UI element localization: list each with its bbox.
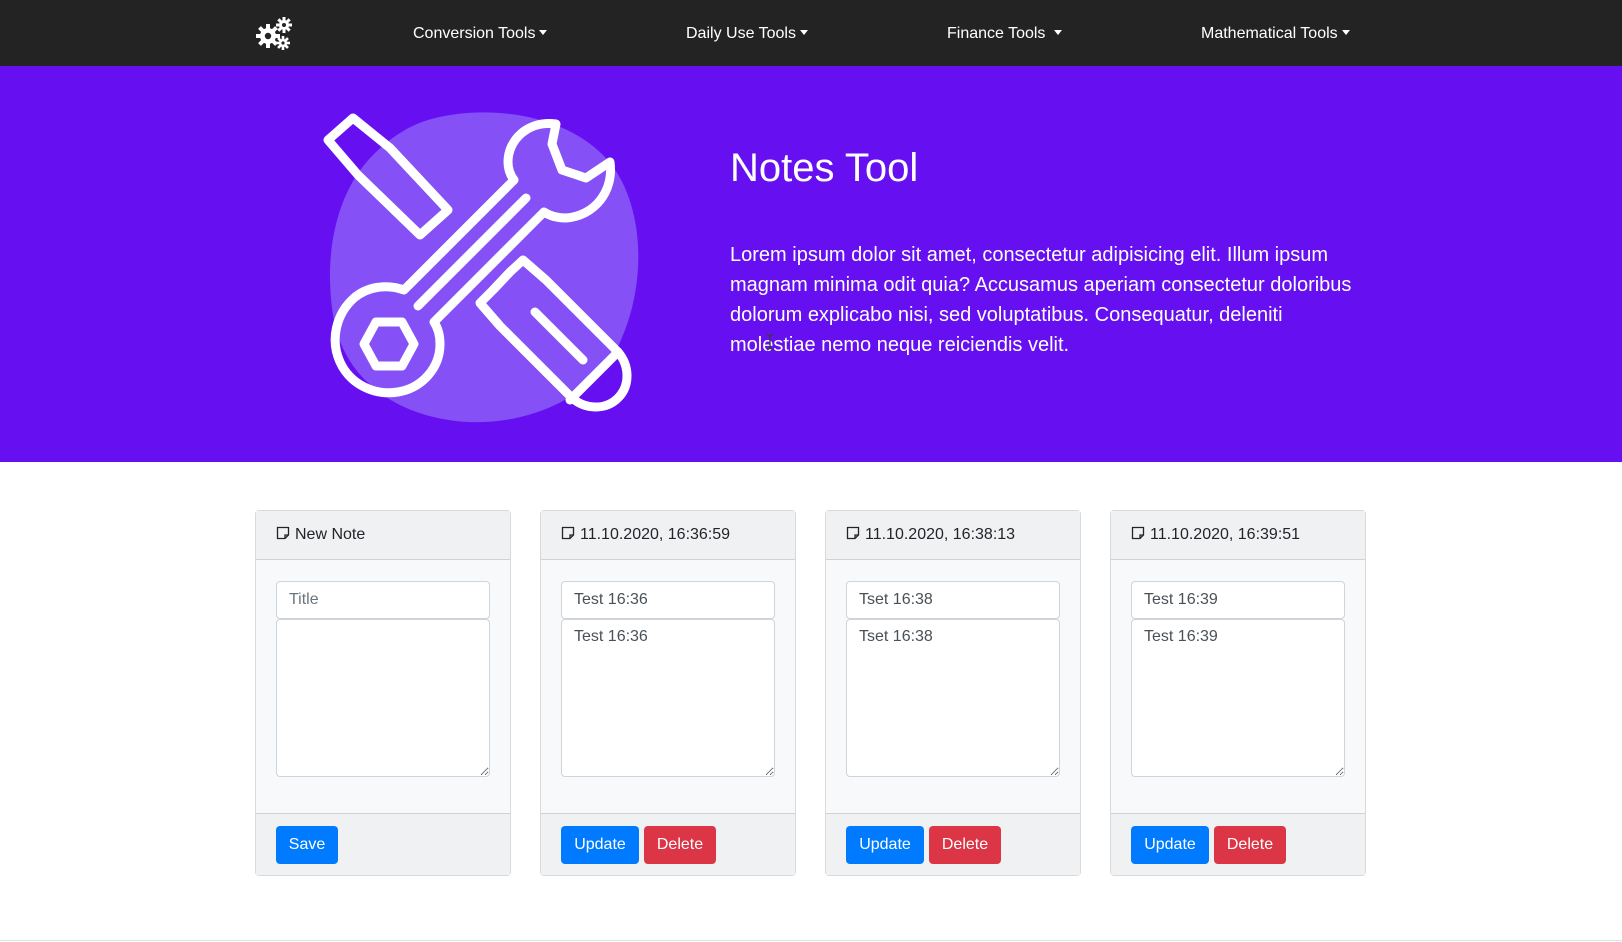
chevron-down-icon: [1341, 30, 1350, 35]
nav-conversion-tools-label: Conversion Tools: [413, 25, 536, 42]
top-navbar: Conversion Tools Daily Use Tools Finance…: [0, 0, 1622, 66]
note-card: 11.10.2020, 16:38:13 Tset 16:38 Update D…: [825, 510, 1081, 876]
sticky-note-icon: [846, 526, 860, 540]
new-note-card: New Note Save: [255, 510, 511, 876]
note-title-input[interactable]: [1131, 581, 1345, 619]
nav-conversion-tools[interactable]: Conversion Tools: [413, 24, 548, 44]
card-header: New Note: [256, 511, 510, 560]
nav-finance-tools[interactable]: Finance Tools: [947, 24, 1063, 44]
card-footer: Update Delete: [826, 813, 1080, 875]
sticky-note-icon: [561, 526, 575, 540]
note-title-input[interactable]: [846, 581, 1060, 619]
chevron-down-icon: [1054, 30, 1063, 35]
footer-divider: [0, 940, 1622, 941]
delete-button[interactable]: Delete: [1214, 826, 1286, 864]
note-card: 11.10.2020, 16:36:59 Test 16:36 Update D…: [540, 510, 796, 876]
nav-daily-use-tools[interactable]: Daily Use Tools: [686, 24, 808, 44]
update-button[interactable]: Update: [561, 826, 639, 864]
nav-daily-use-tools-label: Daily Use Tools: [686, 25, 796, 42]
page-title: Notes Tool: [730, 146, 919, 190]
note-body-textarea[interactable]: Test 16:39: [1131, 619, 1345, 777]
note-title-input[interactable]: [561, 581, 775, 619]
wrench-screwdriver-icon: [323, 112, 639, 423]
card-header: 11.10.2020, 16:39:51: [1111, 511, 1365, 560]
delete-button[interactable]: Delete: [929, 826, 1001, 864]
card-header-label: New Note: [295, 526, 366, 543]
card-header: 11.10.2020, 16:36:59: [541, 511, 795, 560]
card-footer: Save: [256, 813, 510, 875]
note-body-textarea[interactable]: Test 16:36: [561, 619, 775, 777]
chevron-down-icon: [799, 30, 808, 35]
gears-icon[interactable]: [254, 16, 292, 50]
card-footer: Update Delete: [541, 813, 795, 875]
text-cursor-icon: [766, 333, 774, 351]
note-body-textarea[interactable]: [276, 619, 490, 777]
note-title-input[interactable]: [276, 581, 490, 619]
save-button[interactable]: Save: [276, 826, 338, 864]
update-button[interactable]: Update: [1131, 826, 1209, 864]
note-timestamp: 11.10.2020, 16:38:13: [865, 526, 1016, 543]
note-timestamp: 11.10.2020, 16:36:59: [580, 526, 731, 543]
delete-button[interactable]: Delete: [644, 826, 716, 864]
hero-description: Lorem ipsum dolor sit amet, consectetur …: [730, 244, 1352, 356]
chevron-down-icon: [539, 30, 548, 35]
nav-mathematical-tools-label: Mathematical Tools: [1201, 25, 1338, 42]
hero-section: Notes Tool Lorem ipsum dolor sit amet, c…: [0, 66, 1622, 462]
nav-finance-tools-label: Finance Tools: [947, 25, 1046, 42]
update-button[interactable]: Update: [846, 826, 924, 864]
card-header: 11.10.2020, 16:38:13: [826, 511, 1080, 560]
note-timestamp: 11.10.2020, 16:39:51: [1150, 526, 1301, 543]
sticky-note-icon: [1131, 526, 1145, 540]
note-card: 11.10.2020, 16:39:51 Test 16:39 Update D…: [1110, 510, 1366, 876]
nav-mathematical-tools[interactable]: Mathematical Tools: [1201, 24, 1350, 44]
sticky-note-icon: [276, 526, 290, 540]
note-body-textarea[interactable]: Tset 16:38: [846, 619, 1060, 777]
card-footer: Update Delete: [1111, 813, 1365, 875]
